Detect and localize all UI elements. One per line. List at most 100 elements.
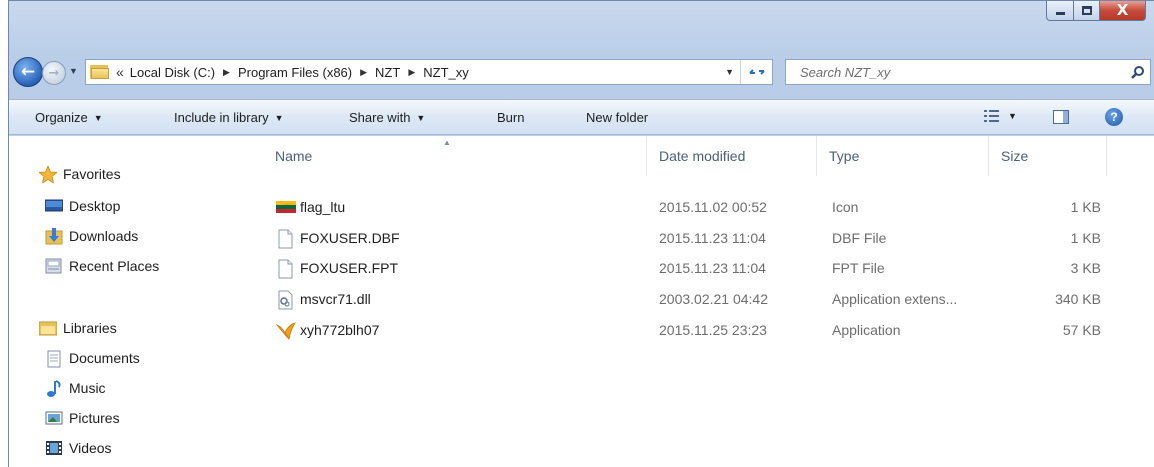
chevron-down-icon: ▼ (274, 112, 284, 123)
help-icon: ? (1110, 110, 1118, 124)
new-folder-button[interactable]: New folder (586, 110, 648, 125)
close-icon: X (1116, 1, 1129, 19)
sidebar-item-label: Desktop (69, 198, 121, 214)
sidebar-item-videos[interactable]: Videos (45, 440, 112, 456)
table-row[interactable]: FOXUSER.FPT 2015.11.23 11:04 FPT File 3 … (263, 254, 1154, 284)
breadcrumb-separator-icon[interactable]: ▶ (408, 67, 415, 78)
search-box (785, 59, 1151, 85)
breadcrumb: « Local Disk (C:) ▶ Program Files (x86) … (116, 64, 469, 80)
file-list: Name ▲ Date modified Type Size flag_ltu … (263, 136, 1154, 467)
chevron-down-icon: ▼ (93, 112, 103, 123)
libraries-icon (38, 320, 58, 336)
file-name: xyh772blh07 (300, 322, 380, 338)
caption-buttons: X (1046, 1, 1146, 23)
recent-pages-dropdown[interactable]: ▼ (69, 66, 78, 76)
organize-label: Organize (35, 110, 88, 125)
forward-button[interactable]: → (42, 61, 66, 85)
sidebar-item-documents[interactable]: Documents (45, 350, 140, 368)
desktop-icon (44, 198, 64, 214)
column-header-label: Date modified (659, 148, 746, 164)
address-bar[interactable]: « Local Disk (C:) ▶ Program Files (x86) … (85, 59, 773, 85)
star-icon (37, 164, 59, 184)
breadcrumb-separator-icon[interactable]: ▶ (360, 67, 367, 78)
documents-icon (45, 350, 63, 368)
breadcrumb-nzt-xy[interactable]: NZT_xy (423, 65, 469, 80)
sidebar-item-label: Favorites (63, 166, 121, 182)
file-size: 1 KB (1070, 199, 1101, 215)
sidebar-item-downloads[interactable]: Downloads (45, 228, 138, 245)
search-input[interactable] (786, 61, 1126, 83)
burn-label: Burn (497, 110, 525, 125)
file-date: 2015.11.23 11:04 (659, 260, 766, 276)
navigation-row: ← → ▼ « Local Disk (C:) ▶ Program Files … (9, 53, 1154, 93)
breadcrumb-separator-icon[interactable]: ▶ (223, 67, 230, 78)
organize-button[interactable]: Organize ▼ (35, 110, 103, 125)
refresh-button[interactable] (740, 60, 772, 84)
column-header-name[interactable]: Name ▲ (263, 136, 647, 176)
column-header-label: Type (829, 148, 860, 164)
address-dropdown[interactable]: ▼ (725, 67, 734, 77)
videos-icon (45, 440, 63, 456)
new-folder-label: New folder (586, 110, 649, 125)
content-area: Favorites Desktop Downloads Recent Place… (9, 136, 1154, 467)
preview-pane-button[interactable] (1053, 110, 1069, 124)
file-size: 340 KB (1055, 291, 1101, 307)
table-row[interactable]: flag_ltu 2015.11.02 00:52 Icon 1 KB (263, 193, 1154, 223)
recent-places-icon (45, 258, 63, 274)
table-row[interactable]: xyh772blh07 2015.11.25 23:23 Application… (263, 316, 1154, 346)
command-bar: Organize ▼ Include in library ▼ Share with… (9, 99, 1154, 135)
file-size: 3 KB (1070, 260, 1101, 276)
sidebar-item-pictures[interactable]: Pictures (45, 410, 120, 426)
sidebar-item-music[interactable]: Music (45, 380, 106, 397)
sidebar-item-desktop[interactable]: Desktop (44, 198, 121, 214)
file-type: DBF File (832, 230, 887, 246)
explorer-window: X ← → ▼ « Local Disk (C:) ▶ Program File… (8, 0, 1154, 467)
flag-icon (276, 198, 296, 216)
column-header-type[interactable]: Type (817, 136, 989, 176)
blank-file-icon (276, 229, 294, 249)
sidebar-item-favorites[interactable]: Favorites (37, 164, 121, 184)
breadcrumb-nzt[interactable]: NZT (375, 65, 400, 80)
minimize-icon (1055, 12, 1065, 15)
search-icon[interactable] (1126, 61, 1150, 83)
burn-button[interactable]: Burn (497, 110, 524, 125)
sidebar-item-label: Videos (69, 440, 112, 456)
file-size: 57 KB (1062, 322, 1101, 338)
maximize-button[interactable] (1074, 1, 1100, 21)
sidebar-item-libraries[interactable]: Libraries (38, 320, 117, 336)
sidebar-item-label: Recent Places (69, 258, 160, 274)
pictures-icon (45, 410, 63, 426)
sidebar-item-label: Documents (69, 350, 140, 366)
close-button[interactable]: X (1100, 1, 1146, 21)
sidebar-item-label: Music (69, 380, 106, 396)
column-header-date-modified[interactable]: Date modified (647, 136, 817, 176)
breadcrumb-program-files[interactable]: Program Files (x86) (238, 65, 352, 80)
file-name: msvcr71.dll (300, 291, 371, 307)
file-date: 2015.11.02 00:52 (659, 199, 767, 215)
column-header-size[interactable]: Size (989, 136, 1107, 176)
sidebar-item-label: Libraries (63, 320, 117, 336)
column-header-label: Name (275, 148, 313, 164)
help-button[interactable]: ? (1105, 108, 1123, 126)
file-name: FOXUSER.FPT (300, 260, 399, 276)
table-row[interactable]: msvcr71.dll 2003.02.21 04:42 Application… (263, 285, 1154, 315)
refresh-icon (748, 69, 765, 75)
chevron-down-icon: ▼ (1008, 111, 1017, 121)
breadcrumb-local-disk[interactable]: Local Disk (C:) (130, 65, 215, 80)
fox-app-icon (275, 321, 296, 340)
share-with-button[interactable]: Share with ▼ (349, 110, 425, 125)
change-view-button[interactable]: ▼ (984, 109, 1017, 123)
minimize-button[interactable] (1046, 1, 1074, 21)
forward-arrow-icon: → (48, 65, 60, 81)
table-row[interactable]: FOXUSER.DBF 2015.11.23 11:04 DBF File 1 … (263, 224, 1154, 254)
maximize-icon (1081, 6, 1092, 15)
downloads-folder-icon (45, 228, 63, 245)
back-button[interactable]: ← (13, 57, 43, 87)
breadcrumb-overflow[interactable]: « (116, 64, 124, 80)
include-in-library-button[interactable]: Include in library ▼ (174, 110, 284, 125)
blank-file-icon (276, 259, 294, 279)
folder-icon (90, 64, 110, 80)
file-type: Icon (832, 199, 859, 215)
file-date: 2015.11.23 11:04 (659, 230, 766, 246)
sidebar-item-recent-places[interactable]: Recent Places (45, 258, 159, 274)
